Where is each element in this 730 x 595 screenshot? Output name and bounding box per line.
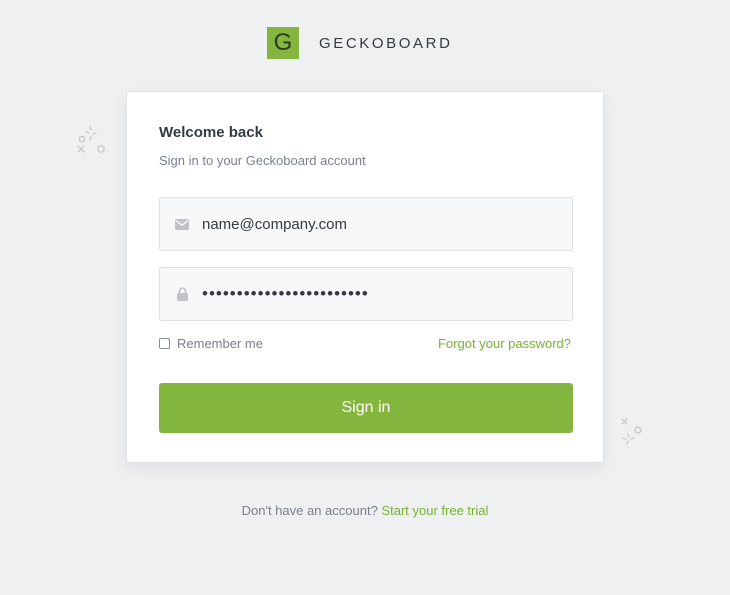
- password-field[interactable]: [159, 267, 573, 321]
- remember-me-checkbox[interactable]: [159, 338, 170, 349]
- remember-me-label: Remember me: [177, 336, 263, 351]
- email-field[interactable]: [159, 197, 573, 251]
- card-title: Welcome back: [159, 124, 263, 141]
- forgot-password-link[interactable]: Forgot your password?: [438, 336, 571, 351]
- decorative-sparkle-icon: [77, 125, 105, 153]
- login-card: Welcome back Sign in to your Geckoboard …: [126, 91, 604, 463]
- password-input[interactable]: [202, 268, 572, 320]
- envelope-icon: [162, 218, 202, 230]
- lock-icon: [162, 287, 202, 301]
- card-subtitle: Sign in to your Geckoboard account: [159, 153, 366, 168]
- remember-me[interactable]: Remember me: [159, 336, 263, 351]
- logo-wordmark: GECKOBOARD: [319, 34, 453, 52]
- decorative-sparkle-icon: [621, 418, 642, 445]
- logo-mark: G: [267, 27, 299, 59]
- signup-prompt: Don't have an account? Start your free t…: [0, 503, 730, 518]
- email-input[interactable]: [202, 198, 572, 250]
- sign-in-button[interactable]: Sign in: [159, 383, 573, 433]
- brand-logo: G GECKOBOARD: [267, 27, 453, 59]
- free-trial-link[interactable]: Start your free trial: [381, 503, 488, 518]
- signup-prompt-text: Don't have an account?: [241, 503, 378, 518]
